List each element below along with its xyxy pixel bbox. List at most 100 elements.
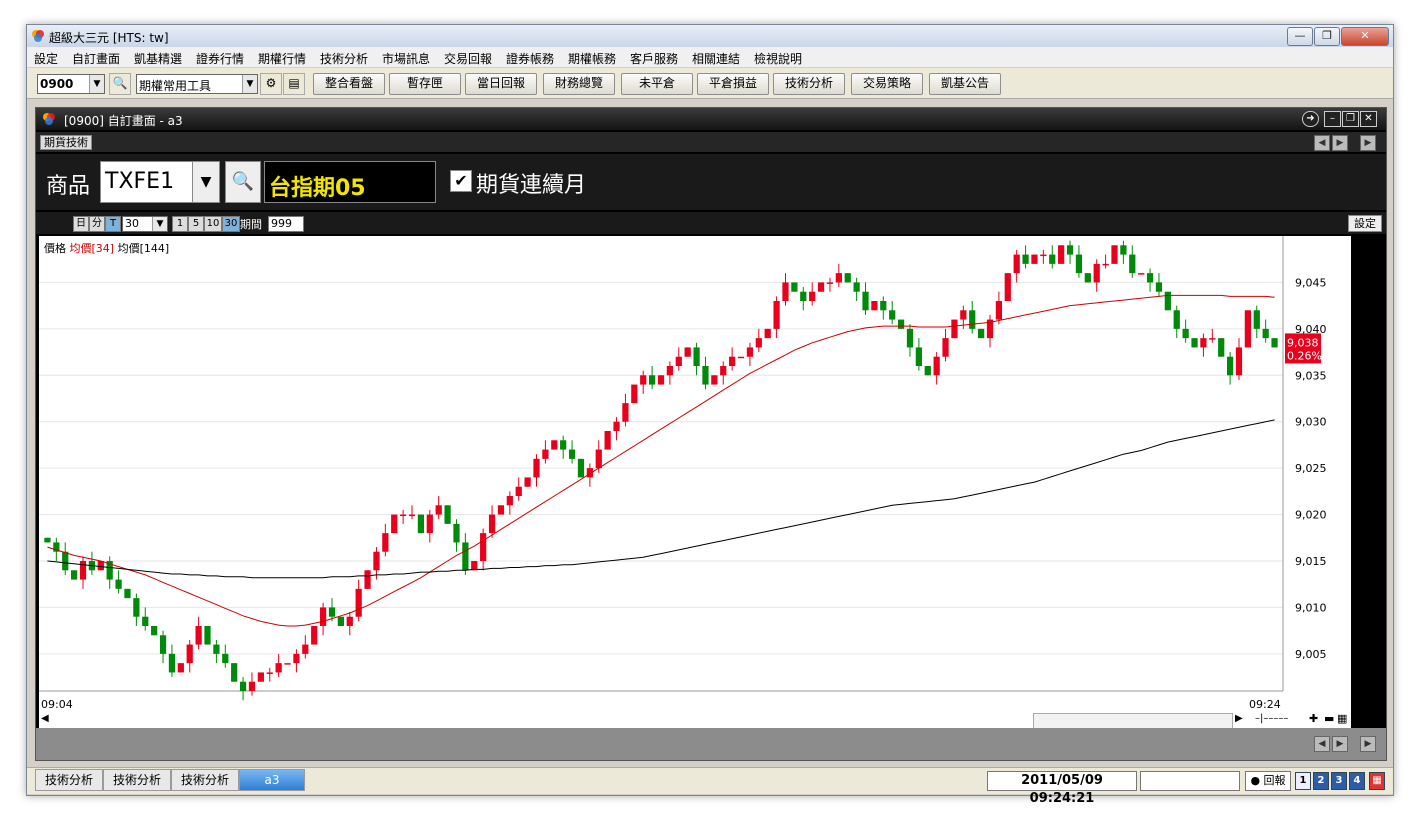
toolbar-button-strategy[interactable]: 交易策略: [851, 73, 923, 95]
horizontal-scrollbar[interactable]: [1033, 713, 1233, 729]
num-4-button[interactable]: 4: [1349, 772, 1365, 790]
range-input[interactable]: 999: [268, 216, 304, 232]
minimize-button[interactable]: —: [1287, 27, 1313, 46]
y-tick-label: 9,015: [1295, 555, 1327, 568]
candle-body: [204, 626, 211, 645]
candle-body: [826, 282, 834, 284]
toolbar-button-temp[interactable]: 暫存匣: [389, 73, 461, 95]
candle-body: [1022, 254, 1029, 264]
tab-futures-technical[interactable]: 期貨技術: [40, 135, 92, 150]
interval-select[interactable]: 30 ▼: [122, 216, 168, 232]
candle-body: [71, 570, 78, 580]
scroll-right-icon[interactable]: ▶: [1235, 713, 1243, 724]
chevron-down-icon[interactable]: ▼: [192, 162, 219, 202]
chart-canvas[interactable]: 9,0059,0109,0159,0209,0259,0309,0359,040…: [39, 236, 1351, 726]
gear-icon[interactable]: ⚙: [260, 73, 282, 95]
toolbar-button-pnl[interactable]: 平倉損益: [697, 73, 769, 95]
minute-1-button[interactable]: 1: [172, 216, 188, 232]
num-3-button[interactable]: 3: [1331, 772, 1347, 790]
candle-body: [364, 570, 371, 589]
status-tab-tech-2[interactable]: 技術分析: [103, 769, 171, 791]
status-tab-a3[interactable]: a3: [239, 769, 305, 791]
chevron-down-icon[interactable]: ▼: [89, 75, 104, 93]
next-arrow-icon[interactable]: ▶: [1360, 736, 1376, 752]
chevron-down-icon[interactable]: ▼: [242, 75, 257, 93]
chevron-down-icon[interactable]: ▼: [152, 217, 167, 231]
menu-bar: 設定 自訂畫面 凱基精選 證券行情 期權行情 技術分析 市場訊息 交易回報 證券…: [27, 47, 1393, 67]
next-arrow-icon[interactable]: ▶: [1332, 736, 1348, 752]
minute-10-button[interactable]: 10: [204, 216, 222, 232]
tools-select[interactable]: 期權常用工具 ▼: [136, 74, 258, 94]
prev-arrow-icon[interactable]: ◀: [1314, 736, 1330, 752]
menu-links[interactable]: 相關連結: [692, 50, 740, 67]
toolbar-button-daily-report[interactable]: 當日回報: [465, 73, 537, 95]
status-tab-tech-3[interactable]: 技術分析: [171, 769, 239, 791]
menu-settings[interactable]: 設定: [34, 50, 58, 67]
menu-stock-quotes[interactable]: 證券行情: [196, 50, 244, 67]
toolbar-button-tech[interactable]: 技術分析: [773, 73, 845, 95]
candle-body: [755, 338, 762, 348]
price-chart[interactable]: 價格 均價[34] 均價[144] 9,005 9,010 9,015 9,020 9,…: [39, 236, 1351, 726]
menu-kgi-select[interactable]: 凱基精選: [134, 50, 182, 67]
tab-strip: 期貨技術 ◀ ▶ ▶: [36, 132, 1386, 152]
restore-button[interactable]: ❐: [1342, 111, 1359, 127]
candle-body: [871, 301, 878, 311]
toolbar-button-finance[interactable]: 財務總覽: [543, 73, 615, 95]
menu-trade-report[interactable]: 交易回報: [444, 50, 492, 67]
new-window-icon[interactable]: ▤: [283, 73, 305, 95]
candle-body: [551, 440, 558, 450]
menu-custom-screen[interactable]: 自訂畫面: [72, 50, 120, 67]
zoom-out-icon[interactable]: ▬: [1324, 712, 1334, 725]
period-tick-button[interactable]: T: [105, 216, 121, 232]
continuous-month-checkbox[interactable]: ✔: [450, 170, 472, 192]
grid-icon[interactable]: ▦: [1369, 772, 1385, 790]
status-tab-tech-1[interactable]: 技術分析: [35, 769, 103, 791]
product-name: 台指期05: [269, 176, 366, 201]
zoom-in-icon[interactable]: ✚: [1309, 712, 1318, 725]
chart-settings-icon[interactable]: ▦: [1337, 712, 1347, 725]
tools-select-value: 期權常用工具: [139, 79, 212, 93]
menu-technical-analysis[interactable]: 技術分析: [320, 50, 368, 67]
num-2-button[interactable]: 2: [1313, 772, 1329, 790]
candle-body: [284, 663, 291, 665]
y-tick-label: 9,030: [1295, 416, 1327, 429]
candle-body: [133, 598, 140, 617]
minute-5-button[interactable]: 5: [188, 216, 204, 232]
exit-icon[interactable]: ➜: [1302, 111, 1319, 127]
ma144-line: [47, 419, 1275, 579]
prev-arrow-icon[interactable]: ◀: [1314, 135, 1330, 151]
candle-body: [382, 533, 389, 552]
zoom-slider[interactable]: –|–––––: [1255, 713, 1288, 724]
restore-button[interactable]: ❐: [1314, 27, 1340, 46]
close-button[interactable]: ✕: [1360, 111, 1377, 127]
close-button[interactable]: ✕: [1341, 27, 1389, 46]
search-icon[interactable]: 🔍: [225, 161, 261, 203]
search-icon[interactable]: 🔍: [109, 73, 131, 95]
report-button[interactable]: ● 回報: [1245, 771, 1291, 791]
candle-body: [702, 366, 709, 385]
menu-help[interactable]: 檢視說明: [754, 50, 802, 67]
menu-customer-service[interactable]: 客戶服務: [630, 50, 678, 67]
candle-body: [560, 440, 567, 450]
toolbar-button-integrated[interactable]: 整合看盤: [313, 73, 385, 95]
candle-body: [1235, 347, 1243, 376]
code-combo[interactable]: 0900 ▼: [37, 74, 105, 94]
minimize-button[interactable]: –: [1324, 111, 1341, 127]
num-1-button[interactable]: 1: [1295, 772, 1311, 790]
candle-body: [239, 681, 247, 691]
minute-30-button[interactable]: 30: [222, 216, 240, 232]
scroll-left-icon[interactable]: ◀: [41, 713, 49, 724]
next-arrow-icon[interactable]: ▶: [1360, 135, 1376, 151]
menu-option-quotes[interactable]: 期權行情: [258, 50, 306, 67]
next-arrow-icon[interactable]: ▶: [1332, 135, 1348, 151]
menu-stock-account[interactable]: 證券帳務: [506, 50, 554, 67]
period-day-button[interactable]: 日: [73, 216, 89, 232]
settings-button[interactable]: 設定: [1348, 215, 1382, 232]
toolbar-button-announce[interactable]: 凱基公告: [929, 73, 1001, 95]
menu-option-account[interactable]: 期權帳務: [568, 50, 616, 67]
menu-market-info[interactable]: 市場訊息: [382, 50, 430, 67]
product-symbol-combo[interactable]: TXFE1 ▼: [100, 161, 220, 203]
period-minute-button[interactable]: 分: [89, 216, 105, 232]
code-value: 0900: [40, 77, 74, 91]
toolbar-button-open-position[interactable]: 未平倉: [621, 73, 693, 95]
